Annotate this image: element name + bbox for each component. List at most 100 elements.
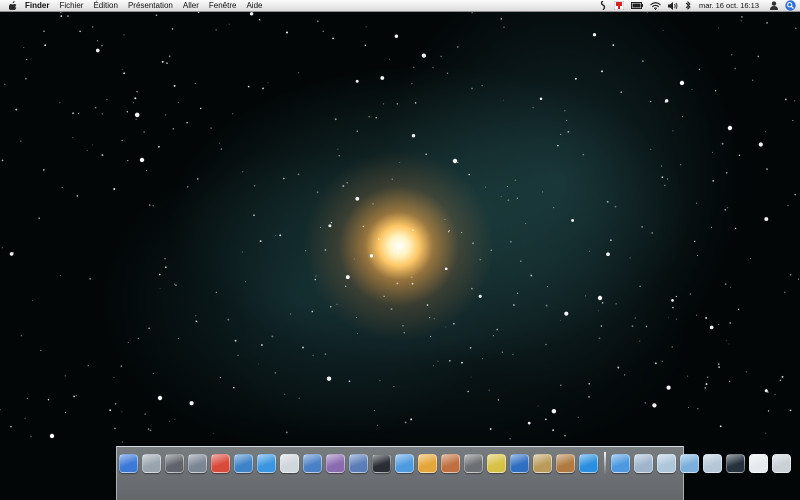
- star: [274, 371, 277, 374]
- star: [693, 240, 696, 243]
- star: [15, 108, 18, 111]
- star: [789, 273, 792, 276]
- bright-star: [727, 125, 733, 131]
- dock-utilities-icon[interactable]: [188, 453, 207, 473]
- dock-doc-6-icon[interactable]: [749, 453, 768, 473]
- menu-finder[interactable]: Finder: [25, 0, 49, 11]
- dock-doc-3-icon[interactable]: [657, 453, 676, 473]
- star: [671, 299, 674, 302]
- dock-ical-icon[interactable]: [211, 453, 230, 473]
- star: [421, 53, 427, 58]
- dock-doc-2-icon[interactable]: [634, 453, 653, 473]
- star: [457, 46, 459, 48]
- star: [500, 196, 502, 198]
- menu-fenetre[interactable]: Fenêtre: [209, 0, 237, 11]
- star: [286, 31, 288, 34]
- dock-trash-icon[interactable]: [772, 453, 791, 473]
- star: [414, 102, 417, 104]
- script-icon[interactable]: [600, 0, 607, 11]
- battery-icon[interactable]: [630, 0, 643, 11]
- star: [721, 142, 724, 145]
- star: [127, 342, 129, 344]
- dock-itunes-icon[interactable]: [395, 453, 414, 473]
- dock-quicktime-icon[interactable]: [579, 453, 598, 473]
- dock-gear-icon[interactable]: [464, 453, 483, 473]
- star: [410, 276, 413, 279]
- star: [641, 60, 644, 63]
- star: [96, 40, 99, 42]
- star: [275, 235, 277, 236]
- menu-clock[interactable]: mar. 16 oct. 16:13: [699, 0, 759, 11]
- star: [501, 351, 504, 354]
- star: [645, 325, 648, 328]
- dock-doc-4-icon[interactable]: [680, 453, 699, 473]
- star: [585, 295, 587, 297]
- star: [393, 386, 395, 387]
- dock-pencil-icon[interactable]: [533, 453, 552, 473]
- star: [729, 286, 731, 288]
- dock-screen-icon[interactable]: [726, 453, 745, 473]
- star: [362, 225, 365, 228]
- bluetooth-icon[interactable]: [685, 0, 691, 11]
- star: [453, 323, 455, 325]
- star: [79, 30, 81, 33]
- menu-presentation[interactable]: Présentation: [128, 0, 173, 11]
- dock-pen-icon[interactable]: [326, 453, 345, 473]
- dock-doc-1-icon[interactable]: [611, 453, 630, 473]
- dock-preview-icon[interactable]: [303, 453, 322, 473]
- wifi-icon[interactable]: [650, 0, 661, 11]
- star: [403, 332, 405, 334]
- star: [147, 428, 150, 430]
- star: [781, 375, 784, 378]
- star: [765, 389, 768, 391]
- dock-iphoto-icon[interactable]: [418, 453, 437, 473]
- dock-black-app-icon[interactable]: [372, 453, 391, 473]
- star: [532, 107, 534, 109]
- star: [127, 159, 129, 162]
- dock-separator[interactable]: [604, 452, 606, 474]
- apple-icon[interactable]: [9, 1, 17, 10]
- menu-fichier[interactable]: Fichier: [59, 0, 83, 11]
- star: [467, 390, 469, 393]
- dock-planet-icon[interactable]: [556, 453, 575, 473]
- star: [332, 37, 334, 40]
- star: [369, 254, 374, 258]
- star: [411, 134, 416, 138]
- menu-aller[interactable]: Aller: [183, 0, 199, 11]
- star: [514, 179, 516, 181]
- star: [218, 142, 220, 144]
- dock-textedit-icon[interactable]: [280, 453, 299, 473]
- volume-icon[interactable]: [667, 0, 678, 11]
- dock-network-icon[interactable]: [234, 453, 253, 473]
- spotlight-icon[interactable]: [785, 0, 796, 11]
- dock-keynote-icon[interactable]: [349, 453, 368, 473]
- dock-blue-app-icon[interactable]: [510, 453, 529, 473]
- dock-dashboard-icon[interactable]: [142, 453, 161, 473]
- dock-safari-icon[interactable]: [257, 453, 276, 473]
- menu-bar: Finder Fichier Édition Présentation Alle…: [0, 0, 800, 12]
- dock-yellow-app-icon[interactable]: [487, 453, 506, 473]
- star: [614, 205, 617, 208]
- star: [620, 91, 623, 93]
- star: [394, 34, 399, 38]
- dock-photos-icon[interactable]: [441, 453, 460, 473]
- star: [551, 408, 557, 414]
- user-icon[interactable]: [770, 0, 778, 11]
- menu-edition[interactable]: Édition: [93, 0, 117, 11]
- star: [298, 397, 300, 399]
- flag-icon[interactable]: [613, 0, 624, 11]
- star: [675, 318, 678, 320]
- menu-aide[interactable]: Aide: [246, 0, 262, 11]
- dock-doc-5-icon[interactable]: [703, 453, 722, 473]
- dock-finder-icon[interactable]: [119, 453, 138, 473]
- desktop-wallpaper: [0, 0, 800, 500]
- star: [601, 70, 603, 73]
- star: [512, 304, 515, 306]
- dock-tools-icon[interactable]: [165, 453, 184, 473]
- star: [233, 386, 235, 389]
- star: [396, 103, 399, 105]
- star: [284, 393, 286, 395]
- star: [355, 79, 359, 83]
- star: [433, 318, 435, 320]
- star: [639, 340, 641, 342]
